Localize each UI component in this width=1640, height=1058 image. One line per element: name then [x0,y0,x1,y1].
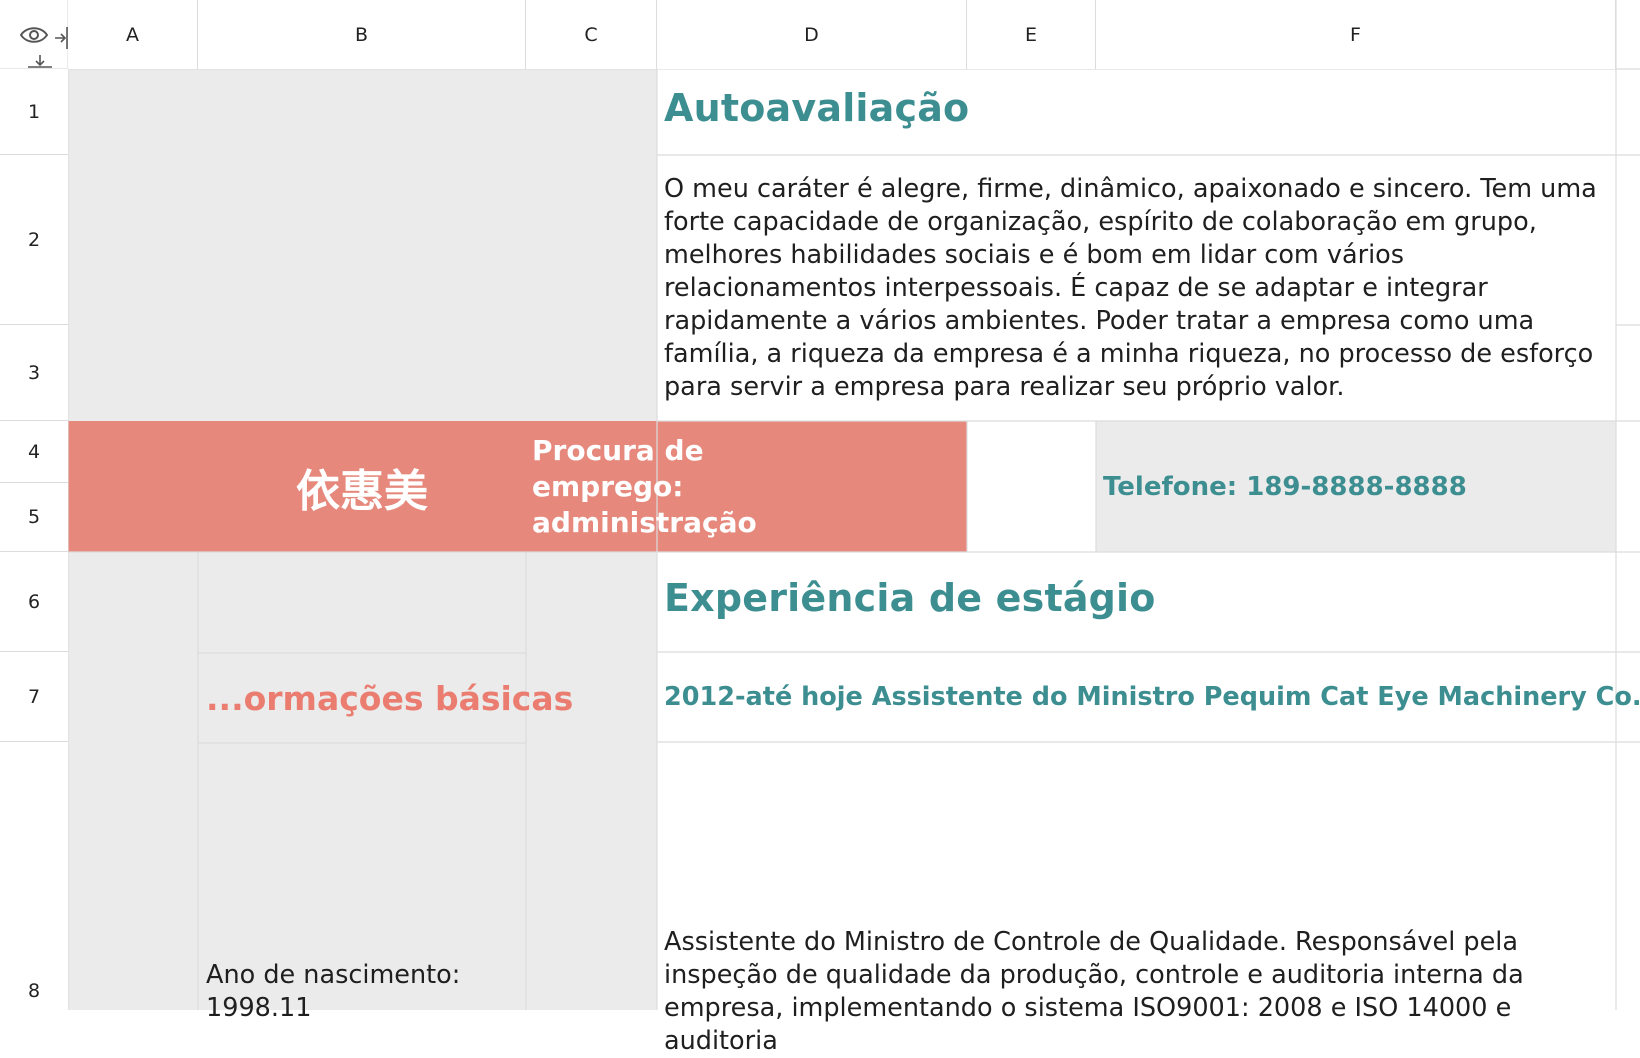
cell-b7-basic-info[interactable]: ...ormações básicas [206,653,573,743]
row-header-5[interactable]: 5 [0,483,68,552]
row-header-8[interactable]: 8 [0,742,68,1010]
row-header-1[interactable]: 1 [0,69,68,155]
row-header-2[interactable]: 2 [0,155,68,325]
cell-d7-job[interactable]: 2012-até hoje Assistente do Ministro Peq… [664,652,1640,742]
row-header-6[interactable]: 6 [0,552,68,652]
column-header-e[interactable]: E [967,0,1096,69]
cell-f4-phone[interactable]: Telefone: 189-8888-8888 [1103,421,1613,552]
column-header-a[interactable]: A [68,0,198,69]
cell-d8-experience[interactable]: Assistente do Ministro de Controle de Qu… [664,926,1608,1056]
eye-icon[interactable] [19,22,49,48]
job-seeking-text: Procura de emprego: administração [532,433,757,539]
job-text: 2012-até hoje Assistente do Ministro Peq… [664,682,1640,712]
row-header-4[interactable]: 4 [0,421,68,483]
column-header-d[interactable]: D [657,0,967,69]
row-header-7[interactable]: 7 [0,652,68,742]
cell-c4-job-seeking[interactable]: Procura de emprego: administração [532,421,962,552]
row-header-3[interactable]: 3 [0,325,68,421]
basic-info-text: ...ormações básicas [206,678,574,718]
cell-d2-self-evaluation[interactable]: O meu caráter é alegre, firme, dinâmico,… [664,173,1608,413]
cell-b4-name[interactable]: 依惠美 [198,421,526,552]
cell-d6-title[interactable]: Experiência de estágio [664,576,1604,632]
cell-d1-title[interactable]: Autoavaliação [664,86,1604,142]
column-header-f[interactable]: F [1096,0,1616,69]
phone-text: Telefone: 189-8888-8888 [1103,471,1467,502]
name-text: 依惠美 [296,465,428,517]
cell-b8-birth-year[interactable]: Ano de nascimento: 1998.11 [206,959,506,1029]
column-header-c[interactable]: C [526,0,657,69]
column-header-b[interactable]: B [198,0,526,69]
